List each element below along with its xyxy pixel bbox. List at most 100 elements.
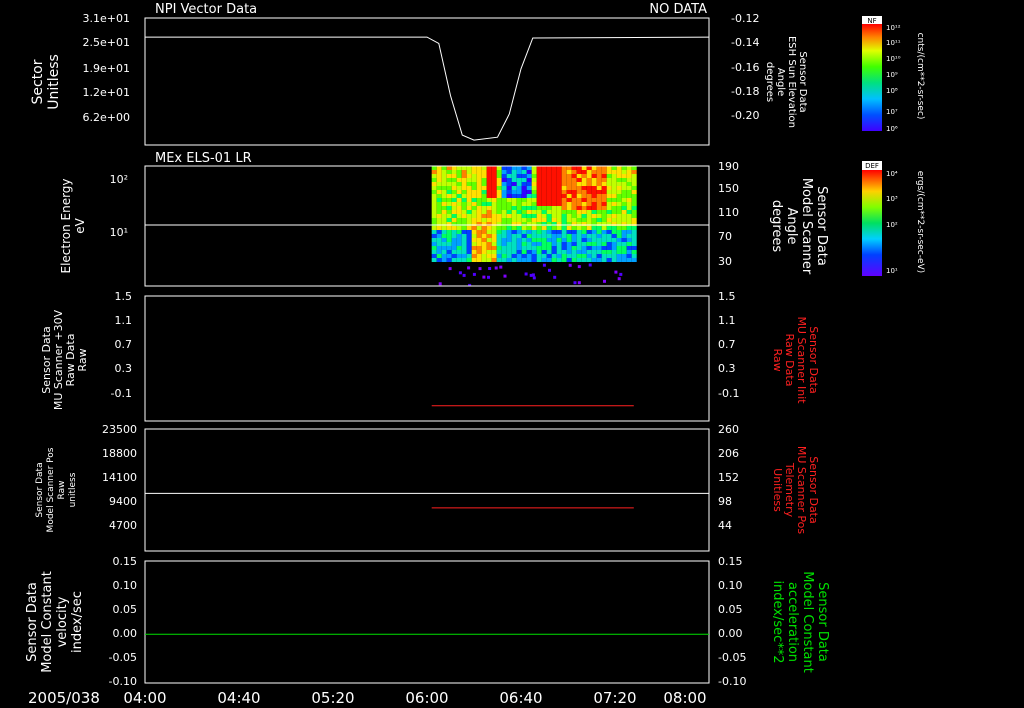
colorbar-tick: 10¹¹ xyxy=(886,39,901,47)
spectrogram-cell xyxy=(626,242,632,246)
spectrogram-cell xyxy=(566,206,572,210)
spectrogram-cell xyxy=(581,226,587,230)
spectrogram-cell xyxy=(536,170,542,174)
spectrogram-cell xyxy=(506,206,512,210)
spectrogram-cell xyxy=(451,246,457,250)
spectrogram-cell xyxy=(503,274,507,278)
spectrogram-cell xyxy=(576,250,582,254)
spectrogram-cell xyxy=(456,190,462,194)
spectrogram-cell xyxy=(516,226,522,230)
spectrogram-cell xyxy=(626,174,632,178)
spectrogram-cell xyxy=(621,170,627,174)
spectrogram-cell xyxy=(471,218,477,222)
spectrogram-cell xyxy=(461,190,467,194)
spectrogram-cell xyxy=(556,246,562,250)
spectrogram-cell xyxy=(611,230,617,234)
spectrogram-cell xyxy=(521,182,527,186)
spectrogram-cell xyxy=(551,254,557,258)
spectrogram-cell xyxy=(496,178,502,182)
spectrogram-cell xyxy=(532,276,536,280)
spectrogram-cell xyxy=(551,198,557,202)
spectrogram-cell xyxy=(546,202,552,206)
spectrogram-cell xyxy=(471,254,477,258)
spectrogram-cell xyxy=(601,186,607,190)
spectrogram-cell xyxy=(591,186,597,190)
spectrogram-cell xyxy=(511,210,517,214)
spectrogram-cell xyxy=(561,230,567,234)
spectrogram-cell xyxy=(438,282,442,286)
spectrogram-cell xyxy=(606,214,612,218)
spectrogram-cell xyxy=(491,190,497,194)
spectrogram-cell xyxy=(626,258,632,262)
left-tick: 1.9e+01 xyxy=(83,62,130,75)
spectrogram-cell xyxy=(566,166,572,170)
spectrogram-cell xyxy=(531,218,537,222)
spectrogram-cell xyxy=(511,246,517,250)
spectrogram-cell xyxy=(491,238,497,242)
spectrogram-cell xyxy=(596,190,602,194)
spectrogram-cell xyxy=(451,202,457,206)
spectrogram-cell xyxy=(491,230,497,234)
spectrogram-cell xyxy=(496,258,502,262)
spectrogram-cell xyxy=(521,250,527,254)
spectrogram-cell xyxy=(506,182,512,186)
spectrogram-cell xyxy=(431,170,437,174)
spectrogram-cell xyxy=(521,238,527,242)
spectrogram-cell xyxy=(606,210,612,214)
spectrogram-cell xyxy=(511,190,517,194)
spectrogram-cell xyxy=(536,238,542,242)
spectrogram-cell xyxy=(466,178,472,182)
spectrogram-cell xyxy=(556,258,562,262)
spectrogram-cell xyxy=(451,258,457,262)
spectrogram-cell xyxy=(616,246,622,250)
spectrogram-cell xyxy=(491,210,497,214)
spectrogram-cell xyxy=(496,166,502,170)
spectrogram-cell xyxy=(496,186,502,190)
spectrogram-cell xyxy=(561,174,567,178)
spectrogram-cell xyxy=(461,210,467,214)
spectrogram-cell xyxy=(501,174,507,178)
spectrogram-cell xyxy=(581,246,587,250)
spectrogram-cell xyxy=(541,258,547,262)
spectrogram-cell xyxy=(586,234,592,238)
spectrogram-cell xyxy=(526,178,532,182)
spectrogram-cell xyxy=(501,214,507,218)
panel-mu-raw-right-label: Sensor Data MU Scanner Init Raw Data Raw xyxy=(771,316,820,404)
spectrogram-cell xyxy=(494,266,498,270)
left-axis-label: Sector xyxy=(30,59,46,104)
spectrogram-cell xyxy=(541,226,547,230)
spectrogram-cell xyxy=(601,190,607,194)
spectrogram-cell xyxy=(536,174,542,178)
time-tick: 05:20 xyxy=(311,689,354,707)
spectrogram-cell xyxy=(576,198,582,202)
spectrogram-cell xyxy=(621,210,627,214)
colorbar-tick: 10² xyxy=(886,221,898,229)
spectrogram-cell xyxy=(436,178,442,182)
spectrogram-cell xyxy=(621,166,627,170)
spectrogram-cell xyxy=(451,186,457,190)
spectrogram-cell xyxy=(601,214,607,218)
spectrogram-cell xyxy=(551,190,557,194)
spectrogram-cell xyxy=(631,226,637,230)
spectrogram-cell xyxy=(606,174,612,178)
spectrogram-cell xyxy=(521,178,527,182)
spectrogram-cell xyxy=(556,202,562,206)
spectrogram-cell xyxy=(576,254,582,258)
spectrogram-cell xyxy=(456,238,462,242)
spectrogram-cell xyxy=(491,186,497,190)
spectrogram-cell xyxy=(436,230,442,234)
spectrogram-cell xyxy=(571,246,577,250)
spectrogram-cell xyxy=(541,174,547,178)
spectrogram-cell xyxy=(541,166,547,170)
panel-mu-raw-left-label: Sensor Data MU Scanner +30V Raw Data Raw xyxy=(40,309,89,410)
spectrogram-cell xyxy=(591,230,597,234)
spectrogram-cell xyxy=(586,246,592,250)
spectrogram-cell xyxy=(491,234,497,238)
spectrogram-cell xyxy=(441,218,447,222)
spectrogram-cell xyxy=(581,258,587,262)
spectrogram-cell xyxy=(601,194,607,198)
spectrogram-cell xyxy=(526,242,532,246)
spectrogram-cell xyxy=(631,190,637,194)
spectrogram-cell xyxy=(431,186,437,190)
spectrogram-cell xyxy=(616,206,622,210)
